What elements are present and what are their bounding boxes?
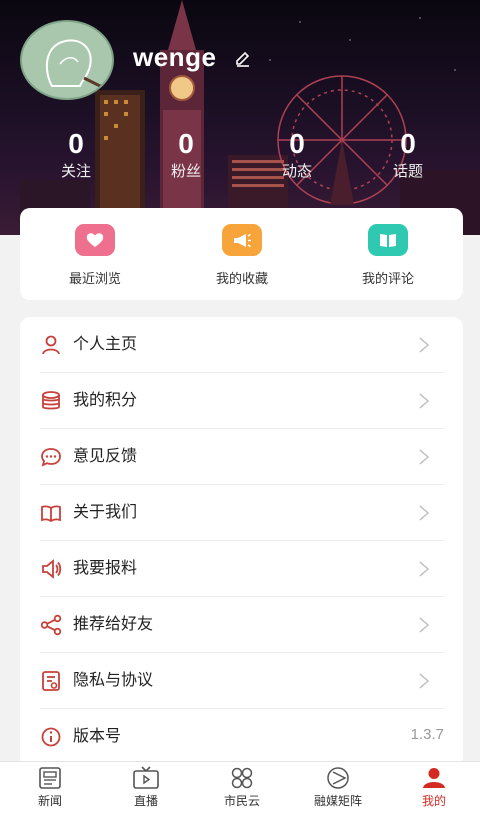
menu-item-recommend-friends[interactable]: 推荐给好友 bbox=[40, 597, 444, 653]
menu-item-label: 版本号 bbox=[73, 726, 122, 745]
stat-value: 0 bbox=[178, 128, 194, 159]
stat-value: 0 bbox=[289, 128, 305, 159]
megaphone-icon bbox=[222, 224, 262, 256]
stat-followers[interactable]: 0 粉丝 bbox=[146, 128, 226, 182]
tab-label: 市民云 bbox=[223, 794, 260, 808]
menu-item-submit-news[interactable]: 我要报料 bbox=[40, 541, 444, 597]
speaker-icon bbox=[42, 559, 62, 579]
grid-circles-icon bbox=[231, 767, 253, 789]
stat-label: 动态 bbox=[281, 162, 312, 180]
recent-views-button[interactable]: 最近浏览 bbox=[45, 224, 145, 287]
tab-mine[interactable]: 我的 bbox=[386, 766, 480, 809]
stat-label: 话题 bbox=[392, 162, 423, 180]
menu-item-feedback[interactable]: 意见反馈 bbox=[40, 429, 444, 485]
chat-bubble-icon bbox=[41, 448, 61, 467]
heart-icon bbox=[75, 224, 115, 256]
menu-item-my-points[interactable]: 我的积分 bbox=[40, 373, 444, 429]
stat-value: 0 bbox=[68, 128, 84, 159]
tab-label: 直播 bbox=[133, 794, 158, 808]
version-number: 1.3.7 bbox=[410, 726, 444, 743]
stat-topics[interactable]: 0 话题 bbox=[368, 128, 448, 182]
person-filled-icon bbox=[423, 768, 445, 788]
stat-posts[interactable]: 0 动态 bbox=[257, 128, 337, 182]
open-book-icon bbox=[41, 505, 61, 523]
menu-item-privacy-agreement[interactable]: 隐私与协议 bbox=[40, 653, 444, 709]
info-icon bbox=[41, 727, 61, 747]
user-avatar[interactable] bbox=[20, 20, 114, 100]
stats-row: 0 关注 0 粉丝 0 动态 0 话题 bbox=[0, 128, 480, 188]
profile-header: wenge 0 关注 0 粉丝 0 动态 0 话题 bbox=[0, 0, 480, 235]
menu-item-label: 隐私与协议 bbox=[73, 670, 154, 689]
tab-label: 新闻 bbox=[37, 794, 62, 808]
chevron-right-icon bbox=[419, 505, 430, 521]
bottom-tab-bar: 新闻 直播 市民云 融媒矩阵 我的 bbox=[0, 761, 480, 813]
tab-media-matrix[interactable]: 融媒矩阵 bbox=[290, 766, 386, 809]
tab-live[interactable]: 直播 bbox=[98, 766, 194, 809]
menu-item-label: 我要报料 bbox=[73, 558, 138, 577]
tab-citizen-cloud[interactable]: 市民云 bbox=[194, 766, 290, 809]
quick-actions-card: 最近浏览 我的收藏 我的评论 bbox=[20, 208, 463, 300]
tab-label: 融媒矩阵 bbox=[313, 794, 362, 808]
menu-item-version[interactable]: 版本号 1.3.7 bbox=[40, 709, 444, 765]
my-favorites-button[interactable]: 我的收藏 bbox=[192, 224, 292, 287]
book-icon bbox=[368, 224, 408, 256]
menu-item-label: 关于我们 bbox=[73, 502, 138, 521]
chevron-right-icon bbox=[419, 617, 430, 633]
tv-icon bbox=[133, 766, 159, 789]
tab-news[interactable]: 新闻 bbox=[2, 766, 98, 809]
quick-action-label: 我的评论 bbox=[361, 272, 414, 287]
user-icon bbox=[42, 335, 60, 355]
menu-item-personal-page[interactable]: 个人主页 bbox=[40, 317, 444, 373]
stat-following[interactable]: 0 关注 bbox=[36, 128, 116, 182]
menu-item-label: 意见反馈 bbox=[73, 446, 138, 465]
newspaper-icon bbox=[39, 767, 61, 789]
avatar-sketch-icon bbox=[45, 39, 109, 92]
edit-pencil-icon[interactable] bbox=[234, 50, 252, 68]
menu-item-label: 推荐给好友 bbox=[73, 614, 154, 633]
tab-label: 我的 bbox=[421, 794, 446, 808]
stat-value: 0 bbox=[400, 128, 416, 159]
menu-item-label: 我的积分 bbox=[73, 390, 138, 409]
quick-action-label: 我的收藏 bbox=[215, 272, 268, 287]
document-icon bbox=[42, 671, 60, 691]
chevron-right-icon bbox=[419, 337, 430, 353]
chevron-right-icon bbox=[419, 393, 430, 409]
chevron-right-icon bbox=[419, 561, 430, 577]
my-comments-button[interactable]: 我的评论 bbox=[338, 224, 438, 287]
chevron-right-icon bbox=[419, 449, 430, 465]
share-icon bbox=[40, 614, 62, 636]
username[interactable]: wenge bbox=[133, 42, 216, 73]
quick-action-label: 最近浏览 bbox=[68, 272, 121, 287]
stat-label: 粉丝 bbox=[170, 162, 201, 180]
play-circle-icon bbox=[327, 767, 349, 789]
menu-item-about-us[interactable]: 关于我们 bbox=[40, 485, 444, 541]
menu-item-label: 个人主页 bbox=[73, 334, 138, 353]
stat-label: 关注 bbox=[60, 162, 91, 180]
settings-menu-card: 个人主页 我的积分 意见反馈 关于我们 我要报料 推荐给好友 隐私与协议 版本号… bbox=[20, 317, 463, 777]
chevron-right-icon bbox=[419, 673, 430, 689]
coins-stack-icon bbox=[42, 391, 60, 410]
